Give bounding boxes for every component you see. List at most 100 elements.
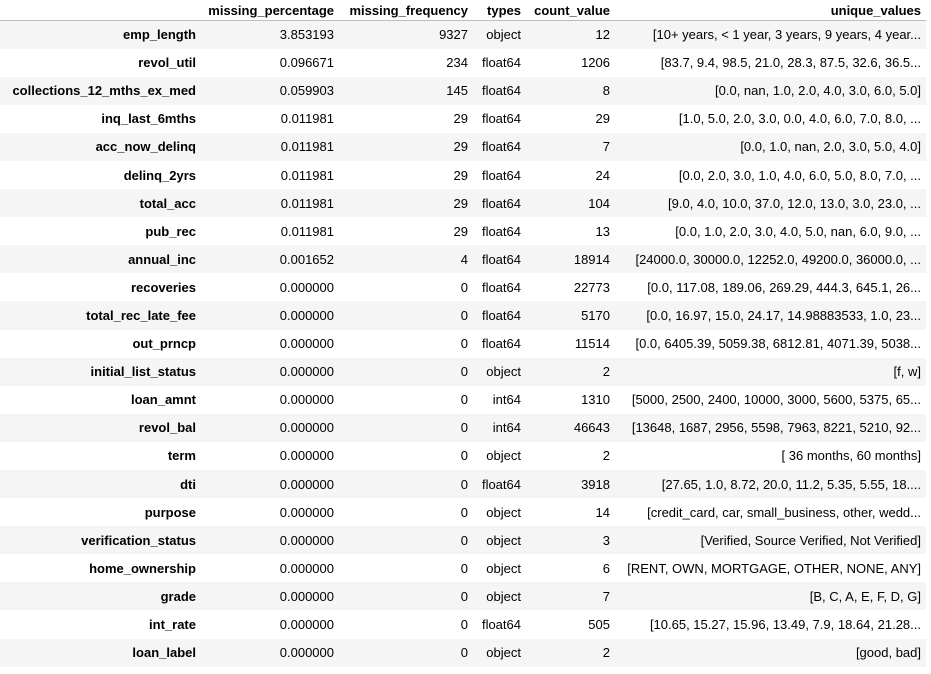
cell-missing-frequency: 0 <box>460 476 468 492</box>
row-index-label: home_ownership <box>89 560 196 576</box>
cell-missing-percentage: 0.000000 <box>279 560 334 576</box>
cell-unique-values: [good, bad] <box>855 645 921 661</box>
row-index-label: grade <box>160 588 196 604</box>
row-index-label: loan_label <box>132 645 196 661</box>
cell-missing-frequency: 29 <box>453 223 468 239</box>
cell-unique-values: [13648, 1687, 2956, 5598, 7963, 8221, 52… <box>631 420 921 436</box>
table-row: emp_length 3.853193 9327 object 12 [10+ years… <box>0 20 926 49</box>
cell-missing-frequency: 0 <box>460 279 468 295</box>
table-row: recoveries 0.000000 0 float64 22773 [0.0, 117… <box>0 273 926 301</box>
table-row: initial_list_status 0.000000 0 object 2 [f, w… <box>0 357 926 386</box>
cell-missing-frequency: 0 <box>460 617 468 633</box>
cell-missing-frequency: 0 <box>460 588 468 604</box>
table-row: pub_rec 0.011981 29 float64 13 [0.0, 1.0, 2.0… <box>0 217 926 245</box>
cell-unique-values: [0.0, 1.0, 2.0, 3.0, 4.0, 5.0, nan, 6.0,… <box>675 223 921 239</box>
cell-unique-values: [83.7, 9.4, 98.5, 21.0, 28.3, 87.5, 32.6… <box>660 55 921 71</box>
cell-count-value: 11514 <box>574 336 610 352</box>
row-index-label: term <box>167 448 196 464</box>
cell-missing-percentage: 3.853193 <box>279 27 334 43</box>
table-row: verification_status 0.000000 0 object 3 [Veri… <box>0 526 926 555</box>
cell-unique-values: [0.0, 16.97, 15.0, 24.17, 14.98883533, 1… <box>646 307 921 323</box>
table-row: revol_util 0.096671 234 float64 1206 [83.7, 9… <box>0 49 926 77</box>
cell-missing-percentage: 0.000000 <box>279 364 334 380</box>
cell-unique-values: [0.0, 117.08, 189.06, 269.29, 444.3, 645… <box>647 279 921 295</box>
cell-missing-percentage: 0.001652 <box>279 251 334 267</box>
cell-count-value: 2 <box>602 448 610 464</box>
row-index-label: emp_length <box>123 27 196 43</box>
row-index-label: total_acc <box>139 195 196 211</box>
cell-types: float64 <box>481 251 521 267</box>
row-index-label: inq_last_6mths <box>101 111 196 127</box>
cell-missing-frequency: 0 <box>460 420 468 436</box>
cell-missing-frequency: 0 <box>460 532 468 548</box>
cell-missing-frequency: 9327 <box>439 27 468 43</box>
table-header: missing_percentage missing_frequency typ… <box>0 0 926 21</box>
cell-missing-frequency: 0 <box>460 364 468 380</box>
cell-types: object <box>486 532 521 548</box>
cell-missing-frequency: 0 <box>460 307 468 323</box>
cell-missing-percentage: 0.011981 <box>280 223 334 239</box>
cell-types: float64 <box>481 476 521 492</box>
row-index-label: int_rate <box>149 617 196 633</box>
cell-count-value: 3 <box>602 532 610 548</box>
cell-types: object <box>486 27 521 43</box>
cell-missing-frequency: 234 <box>446 55 468 71</box>
cell-unique-values: [f, w] <box>893 364 921 380</box>
cell-missing-percentage: 0.000000 <box>279 504 334 520</box>
cell-types: int64 <box>492 392 521 408</box>
cell-unique-values: [0.0, nan, 1.0, 2.0, 4.0, 3.0, 6.0, 5.0] <box>715 83 921 99</box>
column-header-missing-percentage: missing_percentage <box>201 0 339 21</box>
cell-unique-values: [9.0, 4.0, 10.0, 37.0, 12.0, 13.0, 3.0, … <box>668 195 921 211</box>
dataframe-table: missing_percentage missing_frequency typ… <box>0 0 926 667</box>
cell-missing-frequency: 145 <box>446 83 468 99</box>
cell-missing-frequency: 0 <box>460 336 468 352</box>
table-row: collections_12_mths_ex_med 0.059903 145 flo… <box>0 76 926 105</box>
table-body: emp_length 3.853193 9327 object 12 [10+ years… <box>0 20 926 667</box>
cell-types: float64 <box>481 111 521 127</box>
table-row: dti 0.000000 0 float64 3918 [27.65, 1.0, 8.72… <box>0 470 926 499</box>
table-row: total_rec_late_fee 0.000000 0 float64 5170 [0… <box>0 301 926 330</box>
cell-types: object <box>486 448 521 464</box>
row-index-label: acc_now_delinq <box>95 139 196 155</box>
cell-types: float64 <box>481 279 521 295</box>
cell-unique-values: [27.65, 1.0, 8.72, 20.0, 11.2, 5.35, 5.5… <box>661 476 921 492</box>
row-index-label: annual_inc <box>128 251 196 267</box>
row-index-label: out_prncp <box>132 336 196 352</box>
cell-unique-values: [0.0, 6405.39, 5059.38, 6812.81, 4071.39… <box>635 336 921 352</box>
cell-missing-frequency: 4 <box>460 251 468 267</box>
row-index-label: revol_bal <box>138 420 196 436</box>
table-row: home_ownership 0.000000 0 object 6 [RENT, OWN… <box>0 554 926 582</box>
cell-unique-values: [10.65, 15.27, 15.96, 13.49, 7.9, 18.64,… <box>649 617 921 633</box>
row-index-label: collections_12_mths_ex_med <box>12 83 196 99</box>
cell-missing-frequency: 29 <box>453 167 468 183</box>
cell-count-value: 6 <box>602 560 610 576</box>
cell-unique-values: [0.0, 2.0, 3.0, 1.0, 4.0, 6.0, 5.0, 8.0,… <box>678 167 921 183</box>
cell-missing-frequency: 0 <box>460 560 468 576</box>
cell-count-value: 3918 <box>581 476 610 492</box>
cell-types: object <box>486 588 521 604</box>
table-row: term 0.000000 0 object 2 [ 36 months, 60 mont… <box>0 442 926 470</box>
cell-missing-frequency: 29 <box>453 111 468 127</box>
cell-count-value: 7 <box>602 139 610 155</box>
cell-missing-percentage: 0.011981 <box>280 195 334 211</box>
table-row: delinq_2yrs 0.011981 29 float64 24 [0.0, 2.0,… <box>0 161 926 189</box>
cell-count-value: 104 <box>588 195 610 211</box>
table-row: int_rate 0.000000 0 float64 505 [10.65, 15.27… <box>0 610 926 638</box>
row-index-label: loan_amnt <box>130 392 196 408</box>
cell-unique-values: [10+ years, < 1 year, 3 years, 9 years, … <box>652 27 921 43</box>
cell-types: object <box>486 504 521 520</box>
table-row: revol_bal 0.000000 0 int64 46643 [13648, 1687… <box>0 413 926 442</box>
cell-unique-values: [24000.0, 30000.0, 12252.0, 49200.0, 360… <box>635 251 921 267</box>
index-header <box>0 0 201 21</box>
column-header-unique-values: unique_values <box>615 0 926 21</box>
cell-unique-values: [B, C, A, E, F, D, G] <box>809 588 921 604</box>
cell-missing-frequency: 0 <box>460 645 468 661</box>
cell-types: float64 <box>481 167 521 183</box>
header-row: missing_percentage missing_frequency typ… <box>0 0 926 21</box>
row-index-label: total_rec_late_fee <box>86 307 196 323</box>
table-row: loan_label 0.000000 0 object 2 [good, bad] <box>0 638 926 667</box>
cell-unique-values: [credit_card, car, small_business, other… <box>647 504 921 520</box>
cell-missing-percentage: 0.000000 <box>279 279 334 295</box>
cell-count-value: 24 <box>595 167 610 183</box>
cell-count-value: 46643 <box>573 420 610 436</box>
